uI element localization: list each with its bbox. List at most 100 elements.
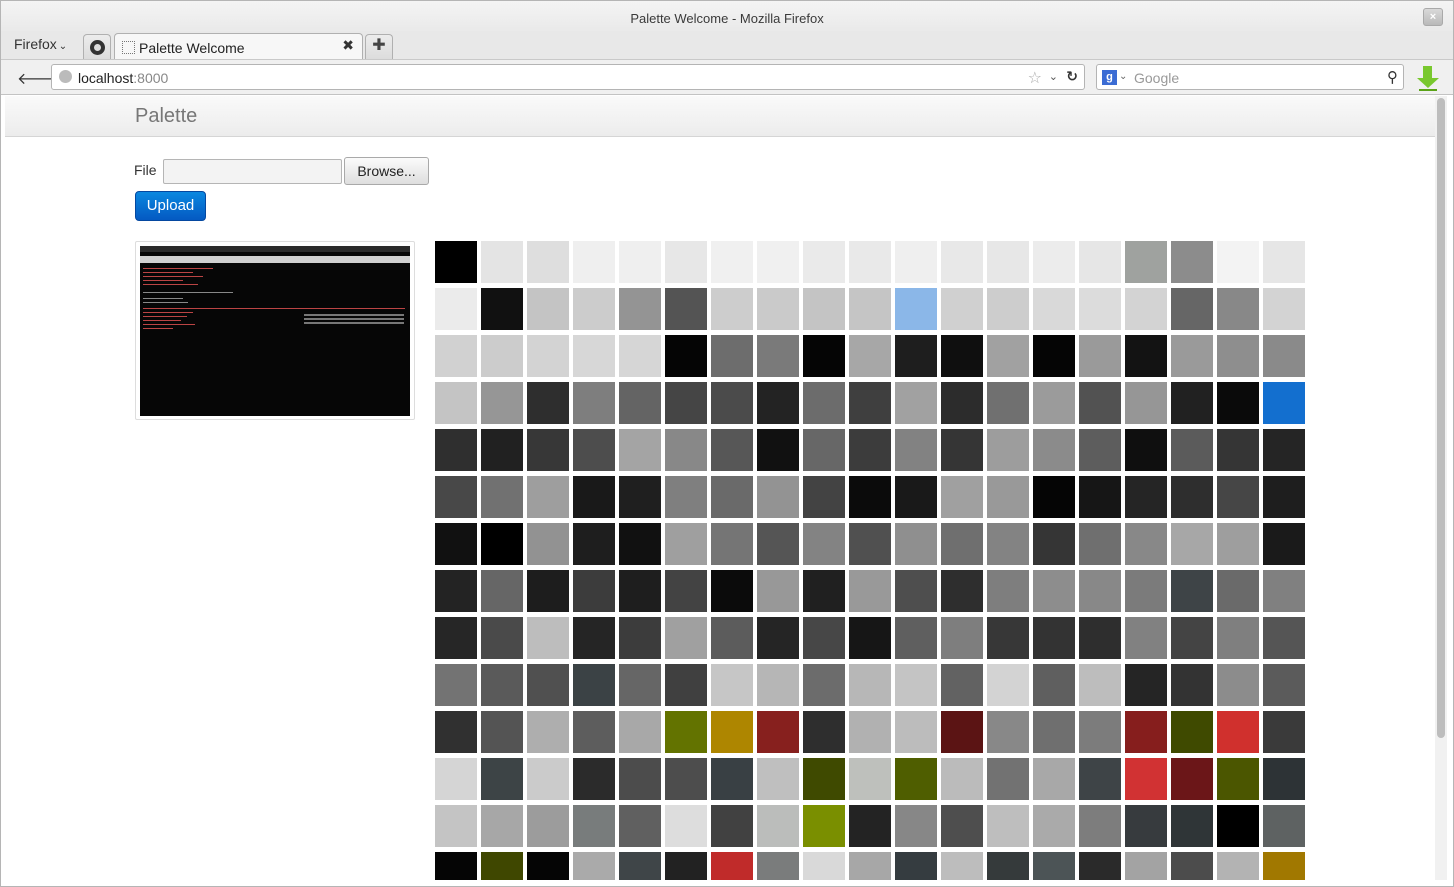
- tab-label: Palette Welcome: [139, 40, 245, 56]
- download-arrow-icon[interactable]: [1417, 64, 1439, 91]
- color-swatch: [481, 758, 523, 800]
- color-swatch: [527, 758, 569, 800]
- color-swatch: [711, 664, 753, 706]
- color-swatch: [481, 288, 523, 330]
- file-path-field[interactable]: [163, 159, 342, 184]
- color-swatch: [1125, 805, 1167, 847]
- color-swatch: [1125, 852, 1167, 880]
- uploaded-image-thumbnail: [135, 241, 415, 420]
- title-bar: Palette Welcome - Mozilla Firefox ×: [1, 1, 1453, 35]
- color-swatch: [803, 335, 845, 377]
- reload-icon[interactable]: ↻: [1066, 68, 1078, 85]
- color-swatch: [573, 288, 615, 330]
- url-text[interactable]: localhost:8000: [78, 70, 168, 86]
- app-navbar: Palette: [5, 96, 1435, 137]
- color-swatch: [803, 664, 845, 706]
- search-engine-dropdown-icon[interactable]: ⌄: [1119, 71, 1127, 82]
- terminal-screenshot-image: [140, 246, 410, 416]
- color-swatch: [1171, 570, 1213, 612]
- color-swatch: [665, 429, 707, 471]
- color-swatch: [849, 664, 891, 706]
- color-swatch: [1263, 241, 1305, 283]
- color-swatch: [573, 429, 615, 471]
- color-swatch: [1033, 805, 1075, 847]
- thumb-text-line: [143, 328, 173, 329]
- color-swatch: [1079, 382, 1121, 424]
- color-swatch: [435, 664, 477, 706]
- color-swatch: [573, 382, 615, 424]
- color-swatch: [1263, 476, 1305, 518]
- color-swatch: [849, 758, 891, 800]
- color-swatch: [1033, 617, 1075, 659]
- color-swatch: [1171, 335, 1213, 377]
- color-swatch: [435, 758, 477, 800]
- color-swatch: [895, 523, 937, 565]
- app-brand[interactable]: Palette: [135, 105, 197, 128]
- search-bar[interactable]: g ⌄ Google ⚲: [1096, 64, 1404, 90]
- tab-palette-welcome[interactable]: Palette Welcome ✖: [114, 33, 363, 60]
- color-swatch: [941, 852, 983, 880]
- download-arrow-shaft: [1423, 66, 1432, 78]
- color-swatch: [941, 429, 983, 471]
- color-swatch: [1217, 570, 1259, 612]
- color-swatch: [665, 288, 707, 330]
- color-swatch: [711, 570, 753, 612]
- color-swatch: [527, 429, 569, 471]
- color-swatch: [803, 288, 845, 330]
- color-swatch: [757, 852, 799, 880]
- url-history-dropdown-icon[interactable]: ⌄: [1049, 70, 1058, 83]
- color-swatch: [711, 382, 753, 424]
- color-swatch: [895, 758, 937, 800]
- window-close-icon[interactable]: ×: [1423, 8, 1443, 26]
- color-swatch: [619, 288, 661, 330]
- color-swatch: [527, 288, 569, 330]
- color-swatch: [1079, 805, 1121, 847]
- color-swatch: [1033, 288, 1075, 330]
- color-swatch: [757, 570, 799, 612]
- search-input[interactable]: Google: [1134, 70, 1179, 86]
- color-swatch: [987, 476, 1029, 518]
- color-swatch: [435, 711, 477, 753]
- color-swatch: [1217, 476, 1259, 518]
- color-swatch: [619, 382, 661, 424]
- color-swatch: [941, 758, 983, 800]
- color-swatch: [1263, 852, 1305, 880]
- firefox-menu-button[interactable]: Firefox ⌄: [14, 36, 67, 52]
- color-swatch: [1217, 852, 1259, 880]
- color-swatch: [527, 523, 569, 565]
- color-swatch: [895, 429, 937, 471]
- color-swatch: [527, 617, 569, 659]
- color-swatch: [1217, 335, 1259, 377]
- color-swatch: [481, 805, 523, 847]
- upload-button[interactable]: Upload: [135, 191, 206, 221]
- tab-close-icon[interactable]: ✖: [342, 37, 354, 54]
- bookmark-star-icon[interactable]: ☆: [1028, 68, 1042, 88]
- color-swatch: [1125, 664, 1167, 706]
- color-swatch: [1263, 335, 1305, 377]
- color-swatch: [1033, 852, 1075, 880]
- color-swatch: [1125, 288, 1167, 330]
- scrollbar-thumb[interactable]: [1437, 98, 1445, 738]
- color-swatch: [481, 241, 523, 283]
- pinned-tab-github[interactable]: [83, 34, 111, 59]
- url-port: :8000: [133, 70, 169, 86]
- color-swatch: [711, 758, 753, 800]
- color-swatch: [849, 241, 891, 283]
- color-swatch: [619, 805, 661, 847]
- color-swatch: [941, 805, 983, 847]
- color-swatch: [1079, 758, 1121, 800]
- color-swatch: [941, 335, 983, 377]
- google-engine-icon[interactable]: g: [1102, 70, 1117, 85]
- color-swatch: [711, 335, 753, 377]
- vertical-scrollbar[interactable]: [1435, 96, 1447, 880]
- color-swatch: [527, 570, 569, 612]
- github-icon: [90, 40, 105, 55]
- color-swatch: [1171, 241, 1213, 283]
- color-swatch: [803, 711, 845, 753]
- color-swatch: [481, 570, 523, 612]
- new-tab-button[interactable]: ✚: [365, 34, 393, 59]
- browse-button[interactable]: Browse...: [344, 157, 429, 185]
- search-icon[interactable]: ⚲: [1387, 68, 1398, 86]
- color-swatch: [665, 852, 707, 880]
- url-bar[interactable]: localhost:8000 ☆ ⌄ ↻: [51, 64, 1085, 90]
